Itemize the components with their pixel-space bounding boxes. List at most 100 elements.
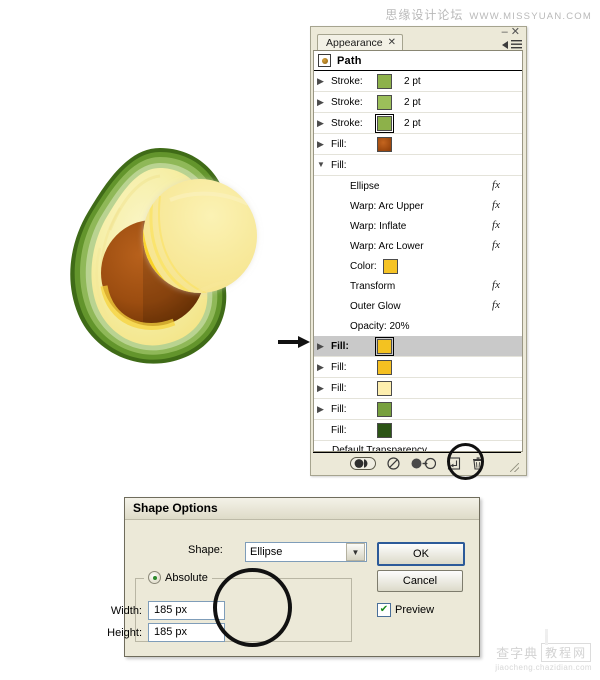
panel-tabstrip[interactable]: Appearance ✕ <box>311 34 404 50</box>
list-item[interactable]: Transform fx <box>314 276 522 296</box>
table-row[interactable]: ▶ Fill: <box>314 336 522 357</box>
appearance-panel-footer[interactable] <box>313 452 521 473</box>
watermark-bottom-url: jiaocheng.chazidian.com <box>495 663 592 672</box>
table-row[interactable]: ▶ Fill: <box>314 134 522 155</box>
width-label: Width: <box>110 604 142 617</box>
table-row[interactable]: ▶ Fill: <box>314 357 522 378</box>
chevron-right-icon[interactable]: ▶ <box>317 362 331 372</box>
default-transparency-row[interactable]: Default Transparency <box>314 441 522 452</box>
color-swatch[interactable] <box>377 359 392 375</box>
height-input[interactable]: 185 px <box>148 623 225 642</box>
color-swatch[interactable] <box>377 94 392 110</box>
chevron-down-icon[interactable]: ▼ <box>346 543 365 561</box>
fx-icon[interactable]: fx <box>492 199 500 211</box>
appearance-target-header: Path <box>314 51 522 71</box>
radio-icon[interactable] <box>148 571 161 584</box>
row-value[interactable]: 2 pt <box>404 97 421 108</box>
shape-select[interactable]: Ellipse ▼ <box>245 542 367 562</box>
color-swatch[interactable] <box>375 336 394 356</box>
path-target-icon <box>318 54 331 67</box>
preview-label: Preview <box>395 604 435 616</box>
sub-item-label: Warp: Inflate <box>350 220 407 232</box>
color-swatch[interactable] <box>382 258 398 274</box>
row-label: Fill: <box>331 138 347 150</box>
default-transparency-label: Default Transparency <box>332 445 428 452</box>
shape-options-dialog[interactable]: Shape Options Shape: Ellipse ▼ Absolute … <box>107 497 480 657</box>
table-row[interactable]: Fill: <box>314 420 522 441</box>
close-icon[interactable]: ✕ <box>511 26 523 38</box>
row-label: Fill: <box>331 361 347 373</box>
row-label: Fill: <box>331 159 347 171</box>
annotation-circle-new-button <box>447 443 484 480</box>
panel-titlebar[interactable]: Appearance ✕ –✕ <box>311 27 526 50</box>
appearance-panel[interactable]: Appearance ✕ –✕ ▲ ▼ Path ▶ Stroke: <box>310 26 527 476</box>
sub-item-label: Ellipse <box>350 180 380 192</box>
chevron-right-icon[interactable]: ▶ <box>317 139 331 149</box>
fx-icon[interactable]: fx <box>492 219 500 231</box>
clear-appearance-icon[interactable] <box>387 456 400 470</box>
table-row[interactable]: ▶ Stroke: 2 pt <box>314 113 522 134</box>
chevron-right-icon[interactable]: ▶ <box>317 118 331 128</box>
fx-icon[interactable]: fx <box>492 239 500 251</box>
height-row[interactable]: Height: 185 px <box>96 623 225 642</box>
chevron-right-icon[interactable]: ▶ <box>317 404 331 414</box>
list-item[interactable]: Color: <box>314 256 522 276</box>
row-value[interactable]: 2 pt <box>404 76 421 87</box>
list-item[interactable]: Outer Glow fx <box>314 296 522 316</box>
chevron-right-icon[interactable]: ▶ <box>317 383 331 393</box>
ok-button[interactable]: OK <box>377 542 465 566</box>
table-row[interactable]: ▶ Stroke: 2 pt <box>314 92 522 113</box>
minimize-icon[interactable]: – <box>502 26 511 38</box>
absolute-label: Absolute <box>165 571 208 584</box>
chevron-right-icon[interactable]: ▶ <box>317 76 331 86</box>
preview-checkbox-row[interactable]: ✔ Preview <box>377 603 434 617</box>
watermark-top-url: WWW.MISSYUAN.COM <box>469 11 592 22</box>
row-label: Stroke: <box>331 96 363 108</box>
table-row[interactable]: ▶ Stroke: 2 pt <box>314 71 522 92</box>
color-swatch[interactable] <box>377 422 392 438</box>
sub-item-label: Warp: Arc Lower <box>350 240 424 252</box>
list-item[interactable]: Warp: Arc Upper fx <box>314 196 522 216</box>
reduce-to-basic-appearance-icon[interactable] <box>411 457 436 470</box>
sub-item-label: Outer Glow <box>350 300 401 312</box>
list-item[interactable]: Warp: Inflate fx <box>314 216 522 236</box>
avocado-half-illustration <box>48 138 288 378</box>
toggle-visibility-icon[interactable] <box>350 456 376 470</box>
height-label: Height: <box>107 626 142 639</box>
sub-item-label: Color: <box>350 260 377 272</box>
width-row[interactable]: Width: 185 px <box>96 601 225 620</box>
color-swatch[interactable] <box>377 380 392 396</box>
shape-select-row[interactable]: Shape: Ellipse ▼ <box>188 542 367 562</box>
row-label: Fill: <box>331 340 349 352</box>
chevron-right-icon[interactable]: ▶ <box>317 97 331 107</box>
list-item[interactable]: Opacity: 20% <box>314 316 522 336</box>
row-label: Fill: <box>331 403 347 415</box>
color-swatch[interactable] <box>377 136 392 152</box>
checkbox-icon[interactable]: ✔ <box>377 603 391 617</box>
fx-icon[interactable]: fx <box>492 299 500 311</box>
color-swatch[interactable] <box>377 401 392 417</box>
table-row[interactable]: ▶ Fill: <box>314 378 522 399</box>
color-swatch[interactable] <box>375 113 394 133</box>
absolute-radio[interactable]: Absolute <box>144 571 212 584</box>
table-row[interactable]: ▶ Fill: <box>314 399 522 420</box>
fx-icon[interactable]: fx <box>492 279 500 291</box>
watermark-bottom-cn: 查字典 <box>496 647 539 662</box>
list-item[interactable]: Warp: Arc Lower fx <box>314 236 522 256</box>
chevron-right-icon[interactable]: ▶ <box>317 341 331 351</box>
fx-icon[interactable]: fx <box>492 179 500 191</box>
tab-close-icon[interactable]: ✕ <box>388 37 396 48</box>
panel-window-buttons[interactable]: –✕ <box>502 27 523 38</box>
sub-item-label: Warp: Arc Upper <box>350 200 424 212</box>
resize-grip[interactable] <box>510 463 519 472</box>
site-watermark-bottom: 查字典 教程网 jiaocheng.chazidian.com <box>495 629 592 672</box>
chevron-down-icon[interactable]: ▼ <box>317 161 331 169</box>
table-row[interactable]: ▼ Fill: <box>314 155 522 176</box>
annotation-circle-dimensions <box>213 568 292 647</box>
tab-appearance[interactable]: Appearance ✕ <box>317 34 404 50</box>
row-value[interactable]: 2 pt <box>404 118 421 129</box>
cancel-button[interactable]: Cancel <box>377 570 463 592</box>
color-swatch[interactable] <box>377 73 392 89</box>
list-item[interactable]: Ellipse fx <box>314 176 522 196</box>
appearance-list[interactable]: ▲ ▼ Path ▶ Stroke: 2 pt ▶ Stroke: 2 pt ▶… <box>313 50 523 452</box>
